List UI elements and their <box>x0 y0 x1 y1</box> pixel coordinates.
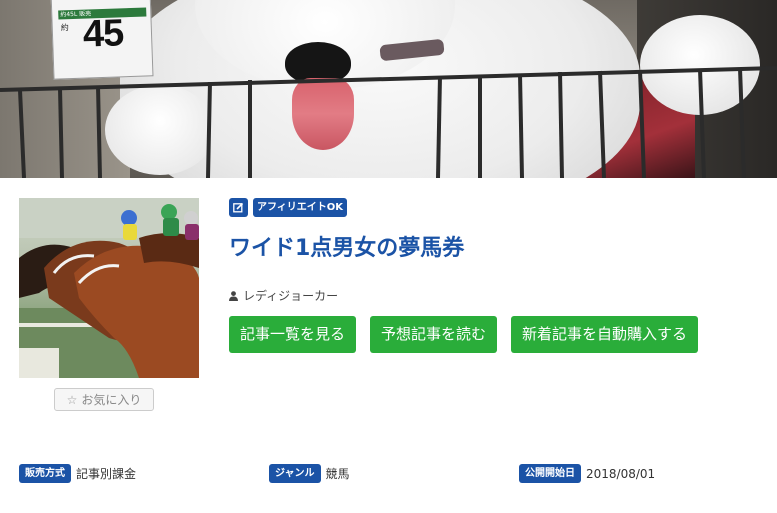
sales-method-value: 記事別課金 <box>76 467 137 481</box>
article-list-button[interactable]: 記事一覧を見る <box>229 316 357 353</box>
badge-row: アフィリエイトOK <box>229 198 348 217</box>
genre-label: ジャンル <box>269 464 321 483</box>
sign-small-text: 約 <box>60 23 69 33</box>
action-buttons: 記事一覧を見る 予想記事を読む 新着記事を自動購入する <box>229 316 699 353</box>
meta-published: 公開開始日 2018/08/01 <box>519 464 655 483</box>
published-value: 2018/08/01 <box>586 466 656 481</box>
read-prediction-button[interactable]: 予想記事を読む <box>370 316 498 353</box>
author-name: レディジョーカー <box>243 289 339 303</box>
favorite-button[interactable]: ☆ お気に入り <box>54 388 154 411</box>
meta-genre: ジャンル 競馬 <box>269 464 350 483</box>
affiliate-badge: アフィリエイトOK <box>253 198 348 217</box>
article-thumbnail <box>19 198 199 378</box>
auto-purchase-button[interactable]: 新着記事を自動購入する <box>511 316 699 353</box>
meta-sales-method: 販売方式 記事別課金 <box>19 464 136 483</box>
edit-icon <box>229 198 248 217</box>
sales-method-label: 販売方式 <box>19 464 71 483</box>
published-label: 公開開始日 <box>519 464 581 483</box>
page-title: ワイド1点男女の夢馬券 <box>229 236 465 261</box>
header-banner-image: 約45L 販売 約 45 <box>0 0 777 178</box>
horse-race-image <box>19 198 199 378</box>
sign-number: 45 <box>82 12 125 56</box>
favorite-label: お気に入り <box>81 393 142 407</box>
race-number-sign: 約45L 販売 約 45 <box>50 0 154 80</box>
user-icon <box>229 290 238 301</box>
star-icon: ☆ <box>66 392 78 407</box>
author-link[interactable]: レディジョーカー <box>229 287 338 304</box>
genre-value[interactable]: 競馬 <box>326 465 350 482</box>
